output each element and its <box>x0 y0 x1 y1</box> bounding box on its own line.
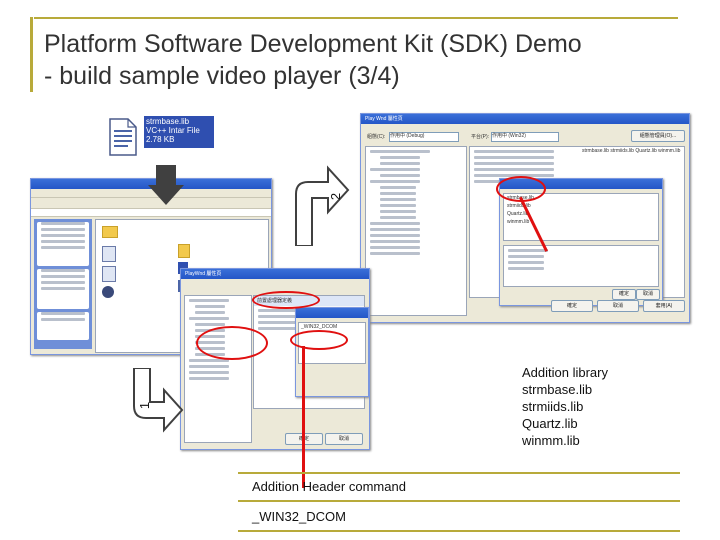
config-select[interactable]: 作用中 (Debug) <box>389 132 459 142</box>
explorer-task-pane <box>34 219 92 349</box>
config-select-value: 作用中 (Debug) <box>390 133 425 139</box>
apply-button[interactable]: 套用(A) <box>643 300 685 312</box>
deps-popup-cancel-button[interactable]: 取消 <box>636 289 660 300</box>
bottom-rule-lower <box>238 530 680 532</box>
define-annotation: _WIN32_DCOM <box>252 509 346 524</box>
lib-file-size: 2.78 KB <box>146 135 175 144</box>
title-rule-left <box>30 17 33 92</box>
title-rule-top <box>34 17 678 19</box>
library-annotation-item: strmbase.lib <box>522 382 593 397</box>
highlight-ellipse-tree <box>196 326 268 360</box>
lib-file-caption: strmbase.lib VC++ Intar File 2.78 KB <box>144 116 214 148</box>
deps-popup-ok-button[interactable]: 確定 <box>612 289 636 300</box>
library-annotation-item: winmm.lib <box>522 433 580 448</box>
preproc-dialog-titlebar: PlayWnd 屬性頁 <box>181 269 369 279</box>
bottom-rule-upper <box>238 472 680 474</box>
platform-select[interactable]: 作用中 (Win32) <box>491 132 559 142</box>
cancel-button[interactable]: 取消 <box>597 300 639 312</box>
linker-properties-dialog: Play Wnd 屬性頁 組態(C): 作用中 (Debug) 平台(P): 作… <box>360 113 690 323</box>
lib-file-type: VC++ Intar File <box>146 126 200 135</box>
highlight-ellipse-definition <box>290 330 348 350</box>
inherited-values <box>503 245 659 287</box>
header-command-annotation: Addition Header command <box>252 479 406 494</box>
lib-file-icon <box>108 117 138 157</box>
folder-icon <box>102 226 118 238</box>
library-annotation-item: strmiids.lib <box>522 399 584 414</box>
task-group-2 <box>37 269 89 309</box>
highlight-ellipse-general <box>252 291 320 309</box>
media-icon <box>102 286 114 298</box>
config-label: 組態(C): <box>367 134 386 140</box>
slide-title-line1: Platform Software Development Kit (SDK) … <box>44 30 582 58</box>
preproc-definitions-popup: _WIN32_DCOM <box>295 307 369 397</box>
ok-button[interactable]: 確定 <box>551 300 593 312</box>
linker-dialog-titlebar: Play Wnd 屬性頁 <box>361 114 689 124</box>
file-icon <box>178 244 190 258</box>
bottom-rule-middle <box>238 500 680 502</box>
step-2-arrow-icon <box>292 160 352 247</box>
additional-deps-value: strmbase.lib strmiids.lib Quartz.lib win… <box>582 148 681 154</box>
deps-item: winmm.lib <box>507 219 530 225</box>
slide-title-line2: - build sample video player (3/4) <box>44 62 400 90</box>
platform-select-value: 作用中 (Win32) <box>492 133 526 139</box>
platform-label: 平台(P): <box>471 134 490 140</box>
file-icon <box>102 246 116 262</box>
task-group-1 <box>37 222 89 266</box>
file-icon <box>102 266 116 282</box>
slide-title: Platform Software Development Kit (SDK) … <box>44 28 684 92</box>
lib-file-name: strmbase.lib <box>146 117 190 126</box>
task-group-3 <box>37 312 89 340</box>
preproc-popup-titlebar <box>296 308 368 318</box>
preproc-property-tree <box>184 295 252 443</box>
pointer-line-header <box>302 346 305 488</box>
explorer-addressbar <box>31 209 271 217</box>
down-arrow-icon <box>148 165 184 205</box>
library-annotation-item: Quartz.lib <box>522 416 578 431</box>
library-annotation-heading: Addition library <box>522 365 608 380</box>
preproc-cancel-button[interactable]: 取消 <box>325 433 363 445</box>
config-manager-button[interactable]: 組態管理員(O)... <box>631 130 685 142</box>
property-tree <box>365 146 467 316</box>
step-2-label: 2 <box>328 192 344 201</box>
step-1-label: 1 <box>137 401 153 410</box>
library-annotation: Addition library strmbase.lib strmiids.l… <box>522 364 608 449</box>
